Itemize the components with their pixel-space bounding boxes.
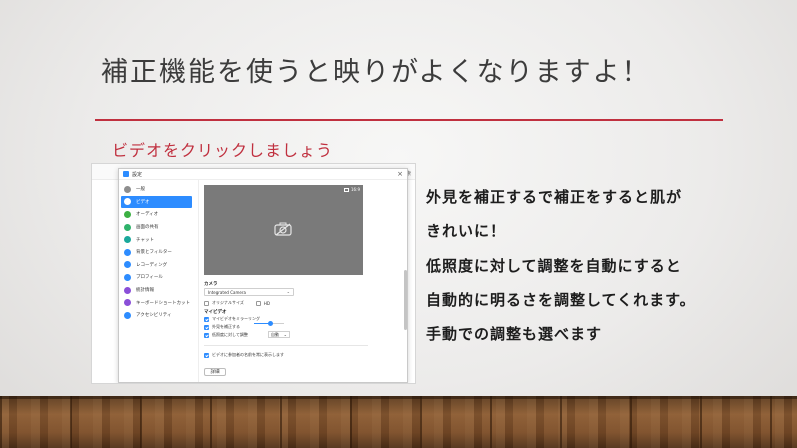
stats-icon — [124, 286, 131, 294]
panel-divider — [204, 345, 368, 346]
slide-subtitle: ビデオをクリックしましょう — [112, 141, 334, 160]
mirror-checkbox[interactable] — [204, 316, 209, 322]
sidebar-item-label: アクセシビリティ — [136, 313, 172, 319]
sidebar-item[interactable]: 背景とフィルター — [119, 246, 198, 259]
app-icon — [123, 171, 129, 177]
my-video-label: マイビデオ — [204, 310, 227, 315]
show-names-checkbox[interactable] — [204, 352, 209, 358]
sidebar-item-label: ビデオ — [136, 199, 150, 205]
chevron-down-icon: ⌄ — [283, 332, 287, 337]
explanation-line: 自動的に明るさを調整してくれます。 — [426, 290, 696, 309]
sidebar-item-label: オーディオ — [136, 212, 159, 218]
camera-preview: 16:9 — [204, 185, 363, 275]
panel-scrollbar[interactable] — [404, 270, 407, 330]
touch-up-option[interactable]: 外見を補正する — [204, 324, 240, 330]
video-settings-panel: 16:9 カメラ Integrated Camera ⌄ オリジナルサイズ HD — [201, 180, 407, 382]
mirror-label: マイビデオをミラーリング — [212, 316, 260, 321]
settings-dialog: 設定 × 一般ビデオオーディオ画面の共有チャット背景とフィルター レコーディングプ… — [118, 168, 408, 383]
sidebar-item[interactable]: チャット — [119, 233, 198, 246]
record-icon — [124, 261, 131, 269]
slide-title: 補正機能を使うと映りがよくなりますよ！ — [101, 57, 651, 88]
sidebar-item[interactable]: キーボードショートカット — [119, 296, 198, 309]
video-icon — [124, 198, 131, 206]
wooden-floor — [0, 396, 797, 448]
touch-up-label: 外見を補正する — [212, 324, 240, 329]
share-screen-icon — [124, 223, 131, 231]
sidebar-item[interactable]: レコーディング — [119, 259, 198, 272]
sidebar-item-label: 一般 — [136, 187, 145, 193]
dialog-titlebar: 設定 × — [119, 169, 407, 180]
detail-button[interactable]: 詳細 — [204, 368, 226, 376]
gear-icon — [124, 185, 131, 193]
explanation-line: きれいに！ — [426, 222, 507, 241]
sidebar-item[interactable]: プロフィール — [119, 271, 198, 284]
profile-icon — [124, 273, 131, 281]
sidebar-item-label: チャット — [136, 237, 154, 243]
original-size-label: オリジナルサイズ — [212, 300, 244, 305]
original-size-option[interactable]: オリジナルサイズ HD — [204, 300, 270, 306]
low-light-label: 低照度に対して調整 — [212, 332, 248, 337]
aspect-ratio-label: 16:9 — [351, 187, 360, 192]
show-names-label: ビデオに参加者の名前を常に表示します — [212, 352, 284, 357]
camera-select-value: Integrated Camera — [208, 289, 246, 295]
sidebar-item-label: 統計情報 — [136, 288, 154, 294]
sidebar-item-label: プロフィール — [136, 275, 163, 281]
sidebar-item-label: 背景とフィルター — [136, 250, 172, 256]
keyboard-icon — [124, 299, 131, 307]
background-icon — [124, 248, 131, 256]
sidebar-item[interactable]: 画面の共有 — [119, 221, 198, 234]
show-names-option[interactable]: ビデオに参加者の名前を常に表示します — [204, 352, 284, 358]
chat-icon — [124, 236, 131, 244]
touch-up-slider-knob[interactable] — [268, 321, 273, 326]
original-size-checkbox[interactable] — [204, 300, 209, 306]
low-light-checkbox[interactable] — [204, 332, 209, 338]
explanation-line: 手動での調整も選べます — [426, 325, 603, 344]
sidebar-item[interactable]: アクセシビリティ — [119, 309, 198, 322]
sidebar-item-label: 画面の共有 — [136, 225, 159, 231]
mirror-option[interactable]: マイビデオをミラーリング — [204, 316, 260, 322]
hd-checkbox[interactable] — [255, 300, 261, 306]
sidebar-item[interactable]: ビデオ — [121, 195, 192, 209]
accessibility-icon — [124, 311, 131, 319]
settings-sidebar: 一般ビデオオーディオ画面の共有チャット背景とフィルター レコーディング プロフィール… — [119, 180, 199, 382]
aspect-ratio-badge[interactable]: 16:9 — [344, 187, 360, 192]
explanation-text: 外見を補正するで補正をすると肌が きれいに！ 低照度に対して調整を自動にすると 自動的… — [426, 190, 786, 361]
low-light-select-value: 自動 — [271, 331, 279, 337]
close-icon[interactable]: × — [397, 170, 403, 178]
camera-off-icon — [274, 222, 292, 236]
aspect-ratio-icon — [344, 187, 350, 192]
sidebar-item[interactable]: 統計情報 — [119, 284, 198, 297]
explanation-line: 外見を補正するで補正をすると肌が — [426, 188, 683, 206]
touch-up-slider[interactable] — [254, 321, 284, 326]
sidebar-item-label: キーボードショートカット — [136, 300, 190, 306]
headphones-icon — [124, 210, 131, 218]
camera-label: カメラ — [204, 282, 218, 287]
camera-select[interactable]: Integrated Camera ⌄ — [204, 288, 294, 296]
explanation-line: 低照度に対して調整を自動にすると — [426, 256, 682, 275]
low-light-select[interactable]: 自動 ⌄ — [268, 331, 290, 338]
zoom-settings-screenshot: 検索 設定 × 一般ビデオオーディオ画面の共有チャット背景とフィルターレコーディ… — [91, 163, 416, 384]
sidebar-item-label: レコーディング — [136, 262, 168, 268]
sidebar-item[interactable]: 一般 — [119, 183, 198, 196]
title-divider — [95, 119, 723, 121]
low-light-option[interactable]: 低照度に対して調整 — [204, 332, 248, 338]
hd-label: HD — [263, 300, 270, 306]
touch-up-checkbox[interactable] — [204, 324, 209, 330]
sidebar-item[interactable]: オーディオ — [119, 208, 198, 221]
dialog-title: 設定 — [132, 171, 143, 178]
chevron-down-icon: ⌄ — [286, 289, 290, 294]
